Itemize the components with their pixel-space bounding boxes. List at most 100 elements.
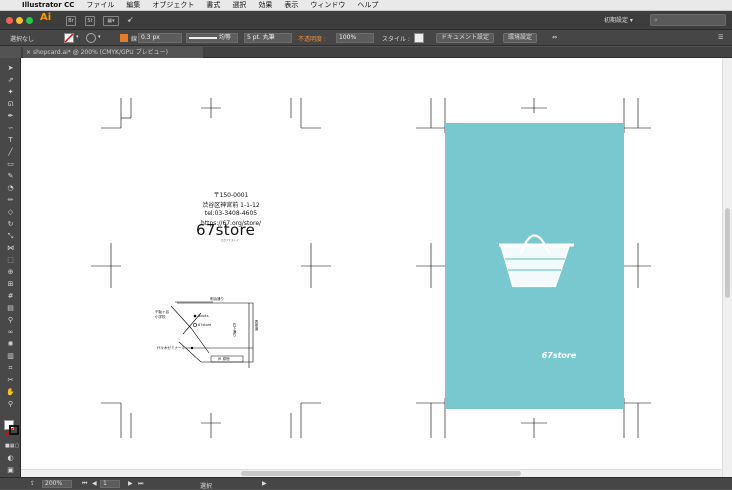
free-transform-tool-icon[interactable]: ⬚ (5, 256, 16, 264)
brush-definition[interactable]: 5 pt. 丸筆 (244, 33, 292, 43)
paintbrush-tool-icon[interactable]: ✎ (5, 172, 16, 180)
first-artboard-icon[interactable]: ⏮ (82, 480, 87, 488)
stroke-weight-field[interactable]: 0.3 px (138, 33, 182, 43)
document-setup-button[interactable]: ドキュメント設定 (436, 33, 495, 43)
shaper-tool-icon[interactable]: ◔ (5, 184, 16, 192)
direct-selection-tool-icon[interactable]: ⇗ (5, 76, 16, 84)
hand-tool-icon[interactable]: ✋ (5, 388, 16, 396)
mesh-tool-icon[interactable]: # (5, 292, 16, 300)
scale-tool-icon[interactable]: ⤡ (5, 232, 16, 240)
style-label: スタイル : (382, 36, 410, 43)
menu-select[interactable]: 選択 (232, 0, 246, 11)
last-artboard-icon[interactable]: ⏭ (138, 480, 143, 488)
drawing-modes-icon[interactable]: ◐ (5, 454, 16, 462)
map-label-omotesando: 表参道 (255, 320, 259, 331)
profile-label: 均等 (218, 34, 231, 41)
horizontal-scroll-thumb[interactable] (241, 471, 521, 476)
vertical-scrollbar[interactable] (722, 58, 732, 477)
ai-logo: Ai (40, 12, 52, 23)
graphic-style-swatch[interactable] (414, 33, 424, 43)
opacity-field[interactable]: 100% (336, 33, 374, 43)
map-label-meiji: 明治通り (210, 297, 224, 301)
magic-wand-tool-icon[interactable]: ✦ (5, 88, 16, 96)
tools-panel: ➤ ⇗ ✦ ᘏ ✒ ∽ T ╱ ▭ ✎ ◔ ✏ ◇ ↻ ⤡ ⋈ ⬚ ⊕ ⊞ # … (0, 58, 21, 477)
screen-mode-icon[interactable]: ▣ (5, 466, 16, 474)
variable-width-profile[interactable]: 均等 (186, 33, 238, 43)
width-tool-icon[interactable]: ⋈ (5, 244, 16, 252)
menu-app-name[interactable]: Illustrator CC (22, 0, 74, 11)
menu-effect[interactable]: 効果 (258, 0, 272, 11)
next-artboard-icon[interactable]: ▶ (128, 480, 133, 487)
menu-type[interactable]: 書式 (206, 0, 220, 11)
menu-view[interactable]: 表示 (284, 0, 298, 11)
map-marker-store (193, 323, 197, 327)
panel-menu-icon[interactable]: ☰ (718, 34, 723, 41)
menubar: Illustrator CC ファイル 編集 オブジェクト 書式 選択 効果 表… (0, 0, 732, 11)
rectangle-tool-icon[interactable]: ▭ (5, 160, 16, 168)
rotate-tool-icon[interactable]: ↻ (5, 220, 16, 228)
workspace-switcher[interactable]: 初期設定 ▾ (604, 15, 633, 24)
zoom-tool-icon[interactable]: ⚲ (5, 400, 16, 408)
map-label-store: 67store (198, 323, 212, 327)
menu-file[interactable]: ファイル (86, 0, 114, 11)
menu-object[interactable]: オブジェクト (152, 0, 194, 11)
fill-swatch[interactable] (64, 33, 74, 43)
opacity-label[interactable]: 不透明度 : (298, 34, 326, 43)
line-tool-icon[interactable]: ╱ (5, 148, 16, 156)
minimize-window-button[interactable] (16, 17, 23, 24)
fill-dropdown-icon[interactable]: ▾ (76, 34, 79, 40)
lasso-tool-icon[interactable]: ᘏ (5, 100, 16, 108)
symbol-sprayer-tool-icon[interactable]: ✺ (5, 340, 16, 348)
menu-help[interactable]: ヘルプ (357, 0, 378, 11)
zoom-level-field[interactable]: 200% (42, 480, 72, 488)
curvature-tool-icon[interactable]: ∽ (5, 124, 16, 132)
stroke-label-icon (120, 34, 128, 42)
eraser-tool-icon[interactable]: ◇ (5, 208, 16, 216)
stroke-swatch[interactable] (86, 33, 96, 43)
menu-edit[interactable]: 編集 (126, 0, 140, 11)
status-menu-icon[interactable]: ▶ (262, 480, 267, 487)
gpu-performance-icon[interactable]: ➹ (127, 15, 134, 24)
arrange-documents-icon[interactable]: ▦▾ (103, 16, 119, 26)
map-label-yoyogi: 代々木ゼミナール (157, 346, 185, 350)
slice-tool-icon[interactable]: ✂ (5, 376, 16, 384)
perspective-grid-tool-icon[interactable]: ⊞ (5, 280, 16, 288)
stroke-color-box[interactable] (9, 425, 19, 435)
document-tab-bar: × shopcard.ai* @ 200% (CMYK/GPU プレビュー) (21, 47, 732, 58)
bridge-icon[interactable]: Br (66, 16, 76, 26)
tab-close-icon[interactable]: × (26, 47, 31, 58)
selection-tool-icon[interactable]: ➤ (5, 64, 16, 72)
pencil-tool-icon[interactable]: ✏ (5, 196, 16, 204)
close-window-button[interactable] (6, 17, 13, 24)
menu-window[interactable]: ウィンドウ (310, 0, 345, 11)
preferences-button[interactable]: 環境設定 (503, 33, 538, 43)
stock-search-input[interactable]: ⌕ (650, 14, 726, 26)
zoom-window-button[interactable] (26, 17, 33, 24)
color-mode-icons[interactable]: ■▦▢ (5, 442, 19, 450)
eyedropper-tool-icon[interactable]: ⚲ (5, 316, 16, 324)
tab-title: shopcard.ai* @ 200% (CMYK/GPU プレビュー) (33, 49, 168, 56)
stroke-dropdown-icon[interactable]: ▾ (98, 34, 101, 40)
column-graph-tool-icon[interactable]: ▥ (5, 352, 16, 360)
type-tool-icon[interactable]: T (5, 136, 16, 144)
map-label-school: 千駄ヶ谷 小学校 (155, 310, 169, 319)
address-postal: 〒150-0001 (213, 192, 249, 199)
horizontal-scrollbar[interactable] (21, 469, 722, 477)
document-canvas[interactable]: 67store ロクナナストア 〒150-0001 渋谷区神宮前 1-1-12 … (21, 58, 732, 477)
control-bar: 選択なし ▾ ▾ 線 : 0.3 px 均等 5 pt. 丸筆 不透明度 : 1… (0, 30, 732, 46)
arrange-icon[interactable]: ⇔ (552, 34, 557, 41)
artboard-tool-icon[interactable]: ⌗ (5, 364, 16, 372)
artboard-number-field[interactable]: 1 (100, 480, 120, 488)
shape-builder-tool-icon[interactable]: ⊕ (5, 268, 16, 276)
front-brand-subtext: ロクナナストア (221, 239, 239, 242)
status-bar: ⇪ 200% ⏮ ◀ 1 ▶ ⏭ 選択 ▶ (0, 477, 732, 490)
prev-artboard-icon[interactable]: ◀ (92, 480, 97, 487)
export-icon[interactable]: ⇪ (30, 480, 35, 487)
tab-shopcard[interactable]: × shopcard.ai* @ 200% (CMYK/GPU プレビュー) (23, 47, 203, 58)
none-fill-icon (64, 33, 74, 43)
stock-icon[interactable]: St (85, 16, 95, 26)
vertical-scroll-thumb[interactable] (725, 208, 730, 298)
pen-tool-icon[interactable]: ✒ (5, 112, 16, 120)
gradient-tool-icon[interactable]: ▤ (5, 304, 16, 312)
blend-tool-icon[interactable]: ∞ (5, 328, 16, 336)
